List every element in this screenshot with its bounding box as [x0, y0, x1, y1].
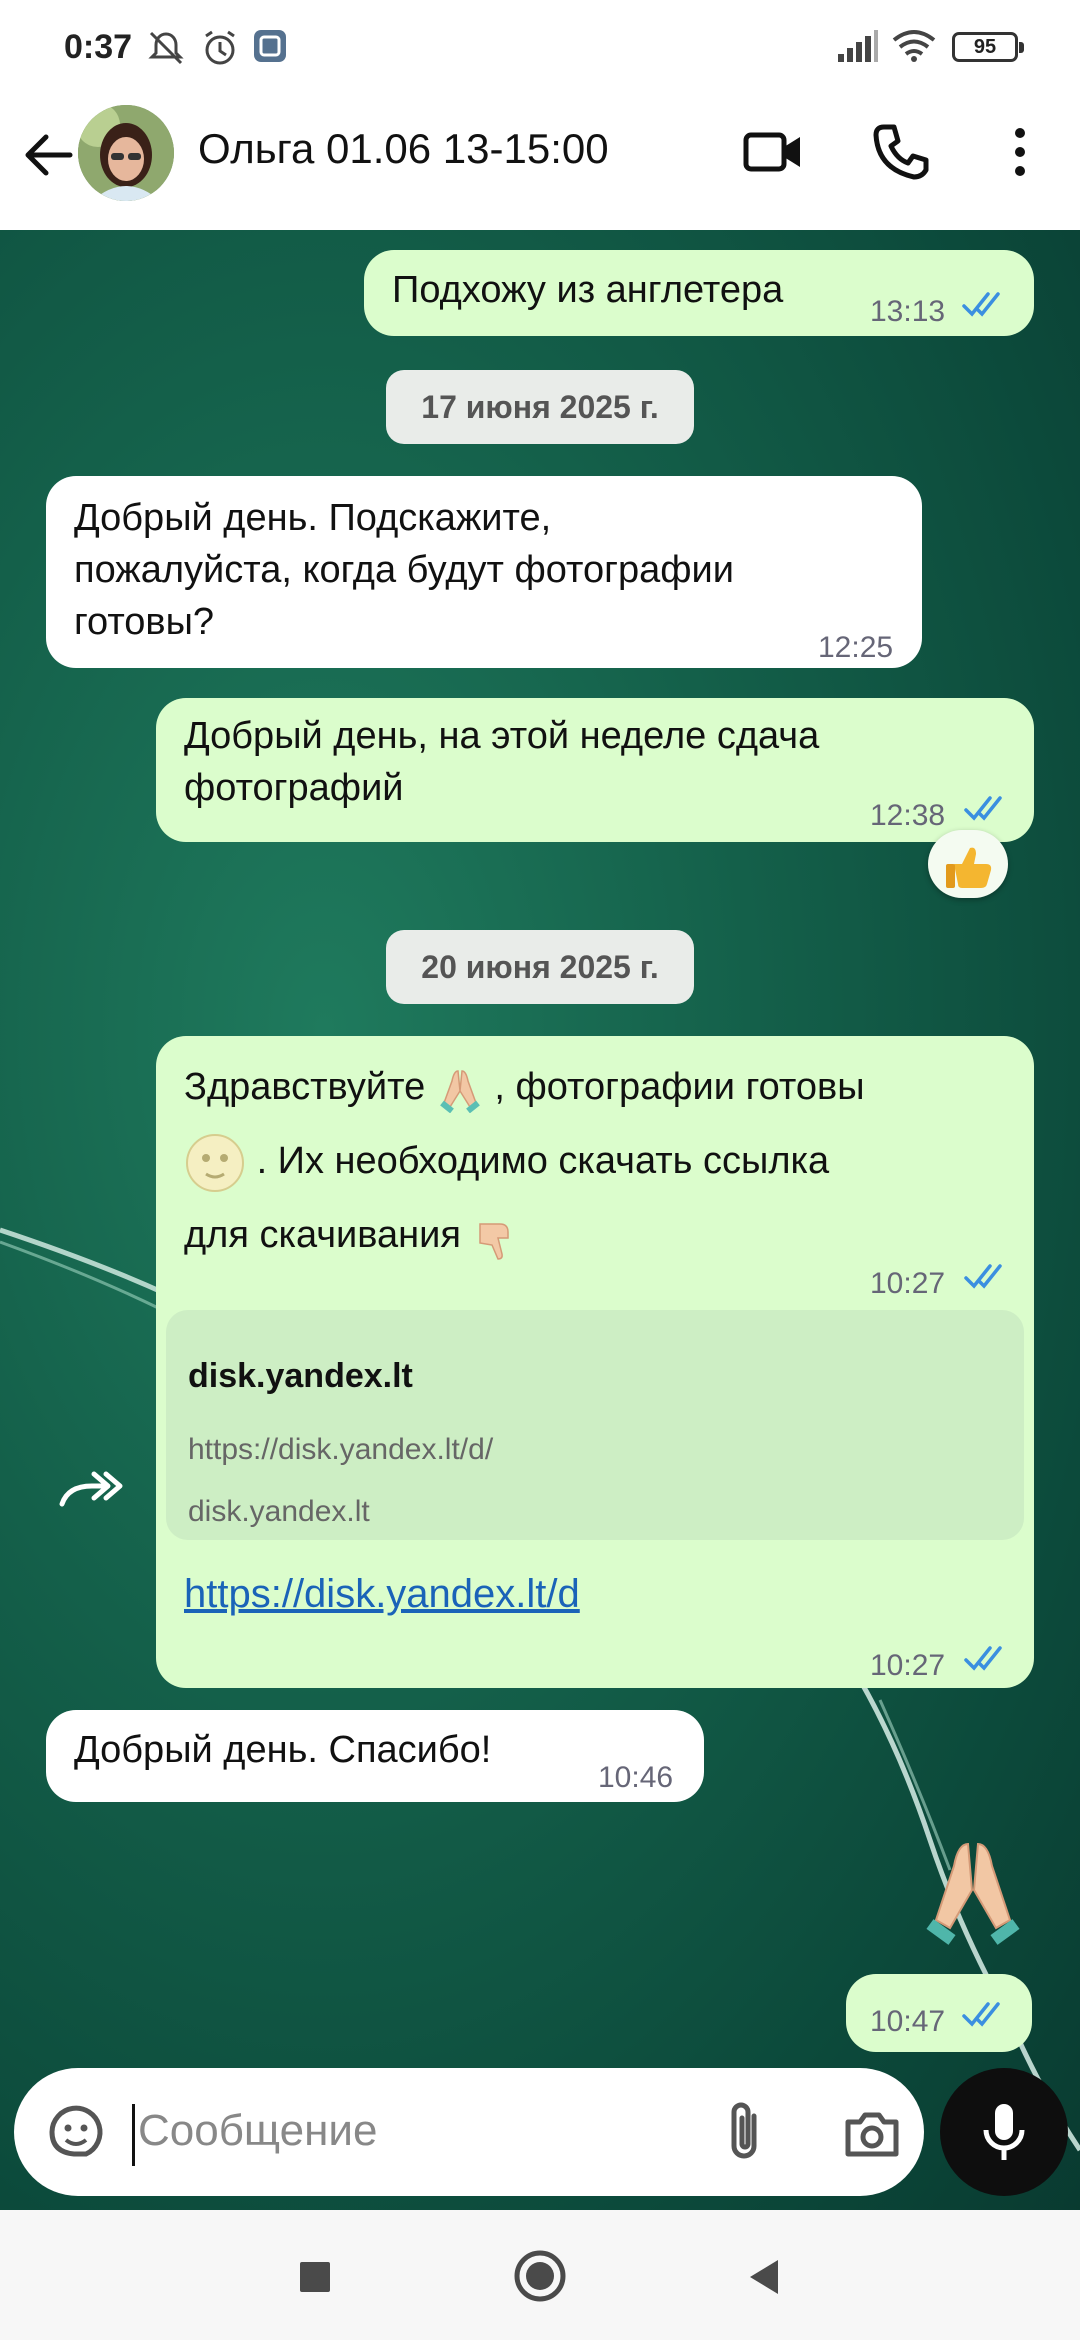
read-ticks-icon [962, 292, 1000, 317]
read-ticks-icon [964, 1264, 1002, 1289]
message-text: Здравствуйте , фотографии готовы . Их не… [184, 1050, 865, 1272]
attach-icon[interactable] [716, 2098, 776, 2168]
mic-button[interactable] [940, 2068, 1068, 2196]
link-preview-card[interactable]: disk.yandex.lt https://disk.yandex.lt/d/… [166, 1310, 1024, 1540]
message-time: 10:47 [870, 2005, 946, 2038]
text-caret [132, 2104, 135, 2166]
forward-icon[interactable] [50, 1456, 130, 1526]
wifi-icon [892, 30, 936, 62]
message-text: Добрый день, на этой неделе сдача фотогр… [184, 715, 820, 809]
message-input[interactable]: Сообщение [138, 2106, 377, 2156]
message-composer[interactable]: Сообщение [14, 2068, 924, 2196]
nav-back-button[interactable] [740, 2252, 790, 2302]
phone-icon[interactable] [866, 117, 936, 187]
praying-hands-icon [439, 1070, 480, 1114]
message-link[interactable]: https://disk.yandex.lt/d [184, 1568, 580, 1620]
status-bar: 0:37 95 [0, 0, 1080, 95]
read-ticks-icon [964, 796, 1002, 821]
gallery-icon [254, 30, 286, 62]
read-ticks-icon [962, 2002, 1000, 2027]
back-arrow-icon[interactable] [20, 125, 80, 185]
moon-face-icon [186, 1133, 244, 1192]
battery-icon: 95 [952, 32, 1024, 62]
system-nav-bar [0, 2210, 1080, 2340]
praying-hands-icon [926, 1842, 1020, 1945]
date-separator: 20 июня 2025 г. [386, 930, 694, 1004]
link-preview-url: https://disk.yandex.lt/d/ [188, 1433, 494, 1466]
message-bubble[interactable]: Добрый день. Спасибо! 10:46 [46, 1710, 704, 1802]
message-bubble[interactable]: 10:47 [846, 1974, 1032, 2052]
more-vert-icon[interactable] [985, 117, 1055, 187]
message-bubble[interactable]: Подхожу из англетера 13:13 [364, 250, 1034, 336]
thumbs-up-icon [946, 847, 992, 888]
mic-icon [983, 2104, 1025, 2160]
status-time: 0:37 [64, 28, 133, 66]
home-button[interactable] [512, 2248, 568, 2304]
recents-button[interactable] [290, 2252, 340, 2302]
contact-name[interactable]: Ольга 01.06 13-15:00 [198, 125, 609, 173]
message-time: 10:46 [598, 1761, 674, 1794]
notifications-off-icon [148, 31, 184, 65]
message-text: Подхожу из англетера [392, 269, 784, 311]
message-time: 13:13 [870, 295, 946, 328]
signal-icon [838, 30, 878, 62]
pointing-down-icon [478, 1223, 509, 1260]
avatar[interactable] [78, 105, 174, 201]
sticker-icon[interactable] [44, 2100, 108, 2164]
chat-header: Ольга 01.06 13-15:00 [0, 95, 1080, 230]
message-text: Добрый день. Спасибо! [74, 1729, 492, 1771]
message-time: 12:25 [818, 631, 894, 664]
read-ticks-icon [964, 1646, 1002, 1671]
thumbs-up-reaction[interactable] [928, 830, 1008, 898]
message-bubble[interactable]: Добрый день, на этой неделе сдача фотогр… [156, 698, 1034, 842]
message-text: Добрый день. Подскажите, пожалуйста, ког… [74, 497, 734, 643]
camera-icon[interactable] [840, 2102, 904, 2166]
alarm-icon [205, 30, 235, 65]
message-time: 10:27 [870, 1649, 946, 1682]
link-preview-domain: disk.yandex.lt [188, 1495, 370, 1528]
link-preview-title: disk.yandex.lt [188, 1357, 413, 1395]
video-call-icon[interactable] [738, 117, 808, 187]
date-separator: 17 июня 2025 г. [386, 370, 694, 444]
chat-area[interactable]: Подхожу из англетера 13:13 17 июня 2025 … [0, 230, 1080, 2230]
link-message-bubble[interactable]: disk.yandex.lt https://disk.yandex.lt/d/… [156, 1300, 1034, 1688]
message-bubble[interactable]: Добрый день. Подскажите, пожалуйста, ког… [46, 476, 922, 668]
